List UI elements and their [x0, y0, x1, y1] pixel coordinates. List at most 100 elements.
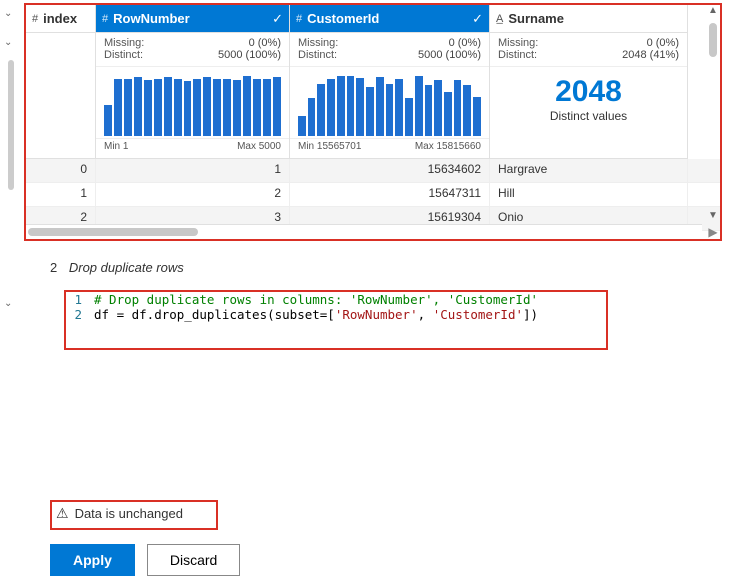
histogram-bar — [425, 85, 433, 136]
col-stats: Missing:0 (0%) Distinct:2048 (41%) — [490, 33, 687, 67]
histogram-bar — [134, 77, 142, 136]
histogram-bar — [124, 79, 132, 137]
action-buttons: Apply Discard — [50, 544, 240, 576]
col-stats: Missing: 0 (0%) Distinct: 5000 (100%) — [96, 33, 289, 67]
histogram-range: Min 15565701 Max 15815660 — [290, 139, 489, 159]
step-name: Drop duplicate rows — [69, 260, 184, 275]
horizontal-scrollbar[interactable]: ▶ — [26, 224, 702, 238]
status-text: Data is unchanged — [75, 506, 183, 521]
scrollbar-thumb[interactable] — [28, 228, 198, 236]
vertical-scrollbar[interactable]: ▲ ▼ — [706, 5, 720, 239]
distinct-label: Distinct: — [298, 49, 337, 61]
histogram-bar — [114, 79, 122, 137]
text-type-icon: A̲ — [496, 13, 503, 25]
col-header-index[interactable]: # index — [26, 5, 95, 33]
missing-value: 0 (0%) — [249, 37, 281, 49]
histogram-bar — [154, 79, 162, 137]
step-number: 2 — [50, 260, 57, 275]
missing-label: Missing: — [298, 37, 338, 49]
hist-min: Min 1 — [104, 141, 128, 154]
histogram-bar — [473, 97, 481, 136]
status-badge: ⚠ Data is unchanged — [56, 505, 183, 522]
histogram-rownumber — [96, 67, 289, 139]
col-header-rownumber[interactable]: # RowNumber ✓ — [96, 5, 289, 33]
histogram-range: Min 1 Max 5000 — [96, 139, 289, 159]
cell-rownum: 1 — [96, 159, 290, 182]
distinct-count: 2048 — [490, 75, 687, 109]
data-preview: # index # RowNumber ✓ Missing: 0 (0%) Dis… — [26, 5, 720, 239]
code-line: 2 df = df.drop_duplicates(subset=['RowNu… — [66, 307, 606, 322]
collapse-chevron-icon[interactable]: ⌄ — [0, 35, 20, 50]
histogram-bar — [263, 79, 271, 137]
apply-button[interactable]: Apply — [50, 544, 135, 576]
scroll-down-icon[interactable]: ▼ — [706, 210, 720, 221]
col-header-customerid[interactable]: # CustomerId ✓ — [290, 5, 489, 33]
spacer — [26, 33, 95, 159]
line-number: 1 — [66, 292, 94, 307]
histogram-bar — [444, 92, 452, 136]
gutter-scrollbar[interactable] — [8, 60, 14, 190]
code-text: , — [418, 307, 433, 322]
histogram-bar — [164, 77, 172, 136]
main: # index # RowNumber ✓ Missing: 0 (0%) Dis… — [20, 0, 730, 580]
col-name: RowNumber — [113, 11, 272, 26]
distinct-label: Distinct: — [498, 49, 537, 61]
cell-index: 0 — [26, 159, 96, 182]
cell-rownum: 2 — [96, 183, 290, 206]
check-icon: ✓ — [472, 11, 483, 27]
collapse-chevron-icon[interactable]: ⌄ — [0, 296, 16, 311]
code-string: 'CustomerId' — [433, 307, 523, 322]
code-string: 'RowNumber' — [335, 307, 418, 322]
histogram-bar — [253, 79, 261, 137]
hash-icon: # — [296, 13, 302, 25]
table-row[interactable]: 1215647311Hill — [26, 183, 720, 207]
histogram-bar — [273, 77, 281, 136]
cell-custid: 15647311 — [290, 183, 490, 206]
histogram-bar — [415, 76, 423, 136]
histogram-bar — [454, 80, 462, 136]
histogram-bar — [213, 79, 221, 137]
distinct-value: 5000 (100%) — [218, 49, 281, 61]
missing-value: 0 (0%) — [647, 37, 679, 49]
histogram-bar — [356, 78, 364, 136]
histogram-bar — [366, 87, 374, 136]
hash-icon: # — [102, 13, 108, 25]
histogram-bar — [223, 79, 231, 137]
collapse-chevron-icon[interactable]: ⌄ — [0, 6, 20, 21]
distinct-label: Distinct: — [104, 49, 143, 61]
col-header-surname[interactable]: A̲ Surname — [490, 5, 687, 33]
scroll-up-icon[interactable]: ▲ — [706, 5, 720, 16]
distinct-label: Distinct values — [490, 109, 687, 123]
step-title: 2 Drop duplicate rows — [50, 260, 184, 275]
col-rownumber: # RowNumber ✓ Missing: 0 (0%) Distinct: 50… — [96, 5, 290, 159]
table-row[interactable]: 0115634602Hargrave — [26, 159, 720, 183]
histogram-bar — [337, 76, 345, 136]
cell-surname: Hill — [490, 183, 688, 206]
line-number: 2 — [66, 307, 94, 322]
column-headers: # index # RowNumber ✓ Missing: 0 (0%) Dis… — [26, 5, 720, 159]
cell-custid: 15634602 — [290, 159, 490, 182]
cell-surname: Hargrave — [490, 159, 688, 182]
code-text: df = df.drop_duplicates(subset=[ — [94, 307, 335, 322]
histogram-bar — [174, 79, 182, 137]
histogram-bar — [386, 84, 394, 136]
histogram-bar — [463, 85, 471, 136]
discard-button[interactable]: Discard — [147, 544, 240, 576]
col-name: index — [43, 11, 89, 26]
col-name: Surname — [508, 11, 681, 26]
histogram-bar — [203, 77, 211, 136]
col-surname: A̲ Surname Missing:0 (0%) Distinct:2048 … — [490, 5, 688, 159]
code-editor[interactable]: 1 # Drop duplicate rows in columns: 'Row… — [66, 292, 606, 322]
hist-min: Min 15565701 — [298, 141, 361, 154]
warning-icon: ⚠ — [56, 505, 69, 522]
code-line: 1 # Drop duplicate rows in columns: 'Row… — [66, 292, 606, 307]
histogram-bar — [144, 80, 152, 136]
code-text: ]) — [523, 307, 538, 322]
check-icon: ✓ — [272, 11, 283, 27]
col-name: CustomerId — [307, 11, 472, 26]
left-gutter: ⌄ ⌄ ⌄ — [0, 0, 20, 580]
col-stats: Missing:0 (0%) Distinct:5000 (100%) — [290, 33, 489, 67]
scrollbar-thumb[interactable] — [709, 23, 717, 57]
missing-label: Missing: — [498, 37, 538, 49]
missing-label: Missing: — [104, 37, 144, 49]
